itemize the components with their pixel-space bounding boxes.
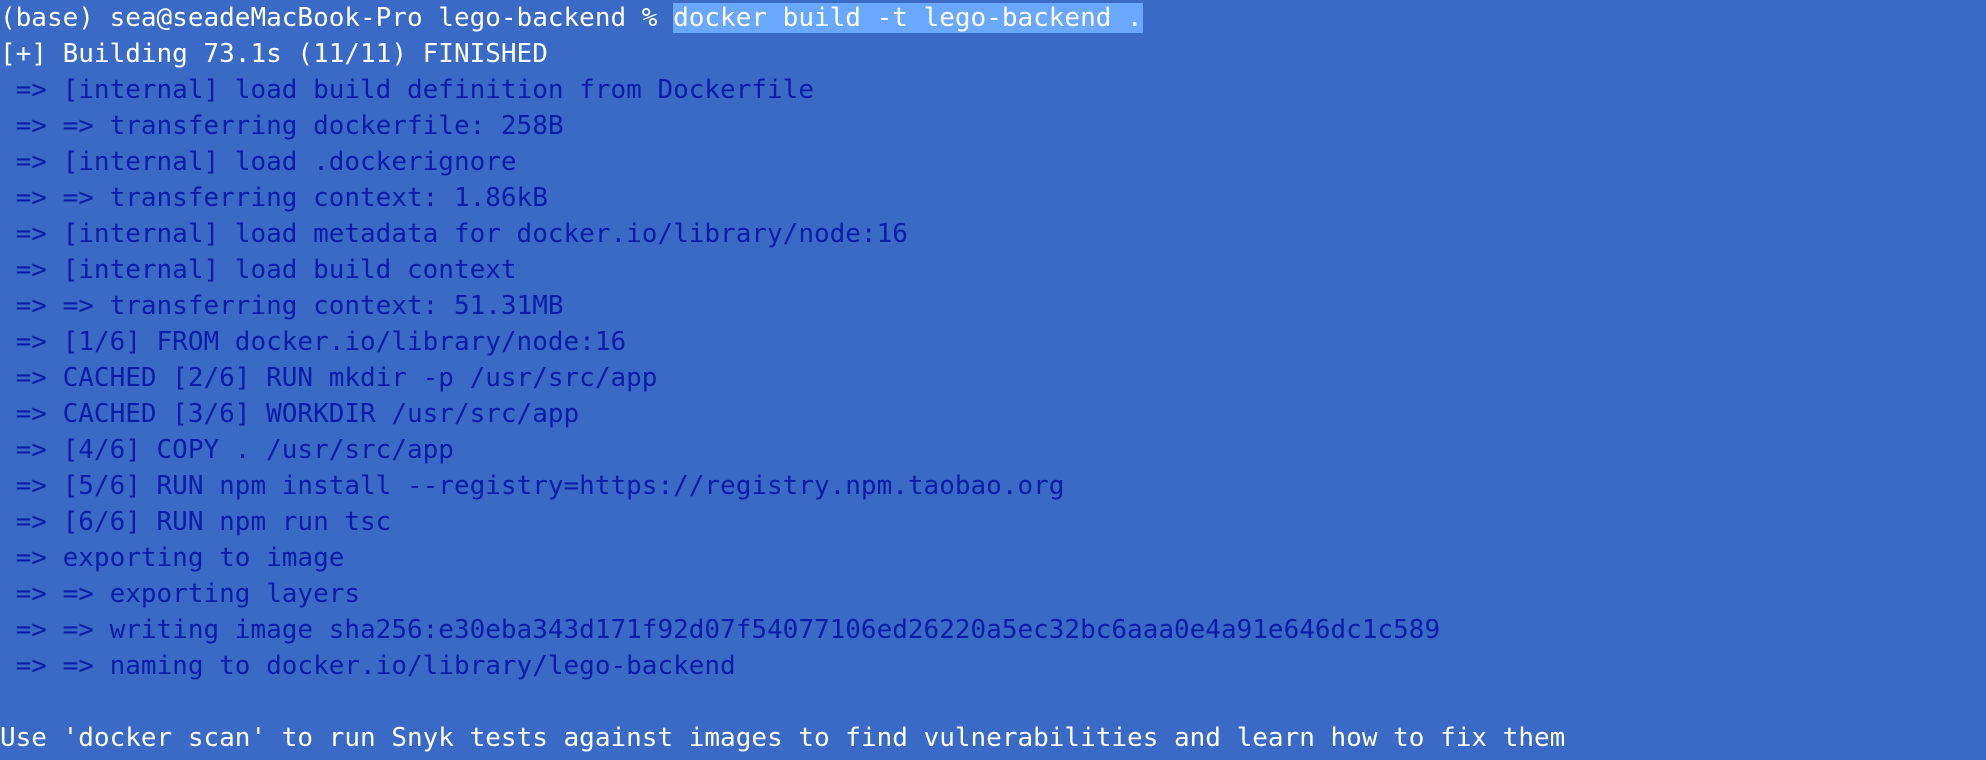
build-step: => => exporting layers bbox=[0, 579, 361, 609]
terminal-window[interactable]: (base) sea@seadeMacBook-Pro lego-backend… bbox=[0, 0, 1986, 760]
build-step: => => naming to docker.io/library/lego-b… bbox=[0, 651, 736, 681]
build-step: => exporting to image bbox=[0, 543, 345, 573]
scan-hint: Use 'docker scan' to run Snyk tests agai… bbox=[0, 723, 1566, 753]
shell-prompt: (base) sea@seadeMacBook-Pro lego-backend… bbox=[0, 3, 674, 33]
build-step: => => transferring context: 51.31MB bbox=[0, 291, 564, 321]
build-step: => [internal] load build definition from… bbox=[0, 75, 814, 105]
build-step: => [5/6] RUN npm install --registry=http… bbox=[0, 471, 1065, 501]
build-step: => => transferring context: 1.86kB bbox=[0, 183, 548, 213]
build-step: => => writing image sha256:e30eba343d171… bbox=[0, 615, 1441, 645]
build-step: => CACHED [3/6] WORKDIR /usr/src/app bbox=[0, 399, 580, 429]
command-line: (base) sea@seadeMacBook-Pro lego-backend… bbox=[0, 0, 1986, 36]
build-step: => [4/6] COPY . /usr/src/app bbox=[0, 435, 454, 465]
build-status: [+] Building 73.1s (11/11) FINISHED bbox=[0, 39, 548, 69]
build-step: => => transferring dockerfile: 258B bbox=[0, 111, 564, 141]
build-step: => [internal] load .dockerignore bbox=[0, 147, 517, 177]
selected-command[interactable]: docker build -t lego-backend . bbox=[673, 3, 1143, 33]
build-step: => [internal] load metadata for docker.i… bbox=[0, 219, 908, 249]
build-step: => [internal] load build context bbox=[0, 255, 517, 285]
build-step: => CACHED [2/6] RUN mkdir -p /usr/src/ap… bbox=[0, 363, 658, 393]
build-step: => [6/6] RUN npm run tsc bbox=[0, 507, 392, 537]
build-step: => [1/6] FROM docker.io/library/node:16 bbox=[0, 327, 627, 357]
